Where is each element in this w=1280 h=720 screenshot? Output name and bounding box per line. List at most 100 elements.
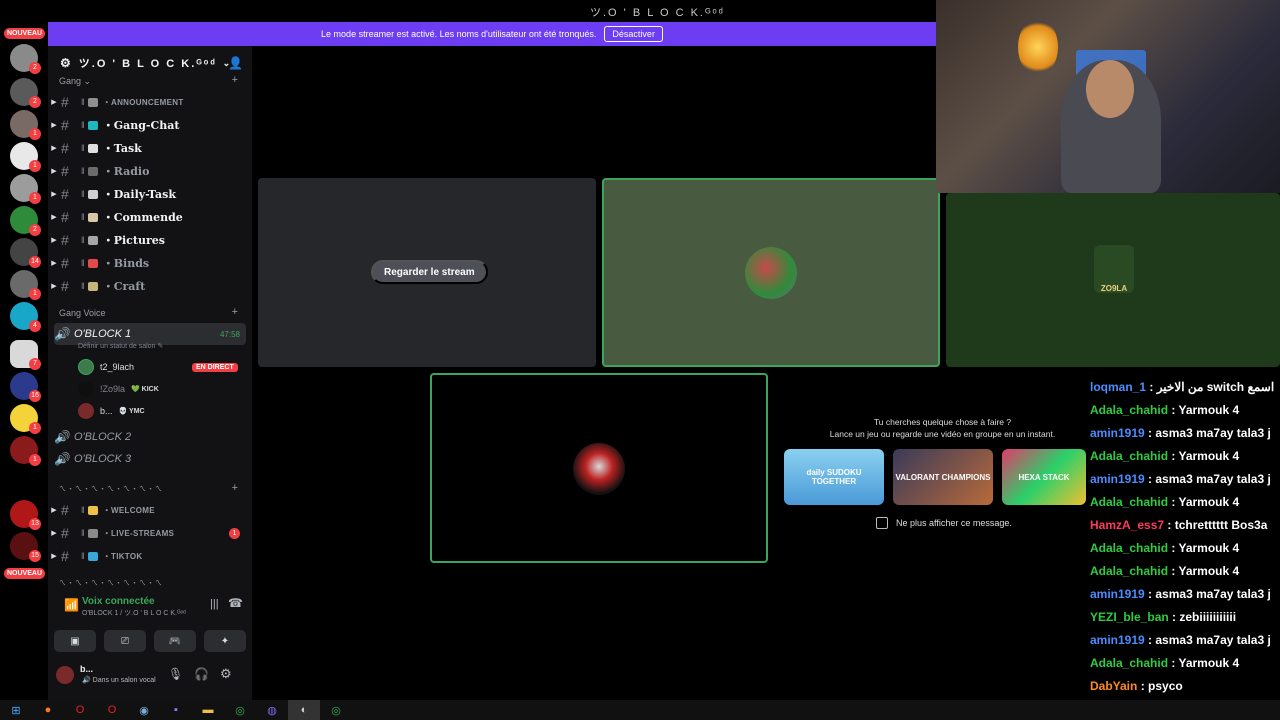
- server-icon[interactable]: 15: [10, 532, 41, 562]
- channel-item[interactable]: ▶ # ‖ ・Craft: [48, 276, 252, 296]
- notification-badge: 16: [29, 390, 41, 402]
- notification-badge: 4: [29, 320, 41, 332]
- disconnect-icon[interactable]: ☎: [228, 596, 243, 610]
- chat-message: Adala_chahid : Yarmouk 4: [1090, 491, 1239, 514]
- stream-tile[interactable]: Regarder le stream: [258, 178, 596, 367]
- voice-user[interactable]: t2_9lach EN DIRECT: [78, 357, 238, 377]
- dont-show-checkbox[interactable]: [876, 517, 888, 529]
- voice-channel-oblock-3[interactable]: 🔊 O'BLOCK 3: [54, 449, 246, 469]
- channel-emoji-icon: [87, 189, 98, 199]
- channel-item[interactable]: ▶ # ‖ ・TIKTOK: [48, 546, 252, 566]
- server-icon[interactable]: 2: [10, 206, 41, 236]
- hashtag-icon: #: [61, 278, 69, 294]
- channel-item[interactable]: ▶ # ‖ ・Gang-Chat: [48, 115, 252, 135]
- window-title: ツ.O ' B L O C K.ᴳᵒᵈ: [590, 7, 725, 19]
- rule-icon: ‖: [81, 189, 85, 199]
- new-badge: NOUVEAU: [4, 28, 46, 39]
- screen-share-button[interactable]: ⎚: [104, 630, 146, 652]
- voice-connected-status[interactable]: Voix connectée: [82, 596, 155, 607]
- firefox-icon[interactable]: ●: [32, 700, 64, 720]
- voice-channel-oblock-2[interactable]: 🔊 O'BLOCK 2: [54, 427, 246, 447]
- dont-show-again[interactable]: Ne plus afficher ce message.: [876, 517, 1012, 529]
- channel-item[interactable]: ▶ # ‖ ・Binds: [48, 253, 252, 273]
- channel-item[interactable]: ▶ # ‖ ・WELCOME: [48, 500, 252, 520]
- disable-streamer-mode-button[interactable]: Désactiver: [604, 26, 663, 42]
- chat-message: Adala_chahid : Yarmouk 4: [1090, 537, 1239, 560]
- channel-item[interactable]: ▶ # ‖ ・Pictures: [48, 230, 252, 250]
- category-gang[interactable]: Gang ⌄: [59, 76, 91, 87]
- channel-item[interactable]: ▶ # ‖ ・Daily-Task: [48, 184, 252, 204]
- add-channel-icon[interactable]: +: [232, 306, 238, 318]
- settings-gear-icon[interactable]: ⚙: [220, 666, 232, 682]
- add-channel-icon[interactable]: +: [232, 482, 238, 494]
- chat-username: amin1919: [1090, 426, 1145, 440]
- invite-icon[interactable]: 👤: [228, 56, 243, 70]
- hashtag-icon: #: [61, 209, 69, 225]
- microphone-icon[interactable]: 🎙: [168, 667, 183, 681]
- notification-badge: 2: [29, 96, 41, 108]
- participant-tile-speaking[interactable]: [602, 178, 940, 367]
- add-channel-icon[interactable]: +: [232, 74, 238, 86]
- camera-off-icon: ▣: [70, 635, 80, 647]
- opera-icon[interactable]: O: [64, 700, 96, 720]
- voice-user[interactable]: !Zo9la 💚 KICK: [78, 379, 159, 399]
- streamer-face: [1086, 60, 1134, 118]
- user-avatar[interactable]: [56, 666, 74, 684]
- activity-card-sudoku[interactable]: daily SUDOKU TOGETHER: [784, 449, 884, 505]
- premiere-icon[interactable]: ▪: [160, 700, 192, 720]
- camera-button[interactable]: ▣: [54, 630, 96, 652]
- watch-stream-button[interactable]: Regarder le stream: [371, 260, 488, 284]
- voice-user[interactable]: b... 💀 YMC: [78, 401, 145, 421]
- channel-item[interactable]: ▶ # ‖ ・Commende: [48, 207, 252, 227]
- channel-status-hint[interactable]: Définir un statut de salon ✎: [78, 342, 163, 350]
- server-icon[interactable]: 16: [10, 372, 41, 402]
- steam-icon[interactable]: ◉: [128, 700, 160, 720]
- avatar: [78, 381, 94, 397]
- channel-item[interactable]: ▶ # ‖ ・LIVE-STREAMS 1: [48, 523, 252, 543]
- category-divider[interactable]: ㄟ・ㄟ・ㄟ・ㄟ・ㄟ・ㄟ・ㄟ: [59, 484, 163, 494]
- server-icon[interactable]: 1: [10, 142, 41, 172]
- chrome-icon[interactable]: ◎: [320, 700, 352, 720]
- channel-emoji-icon: [87, 120, 98, 130]
- discord-icon[interactable]: ◍: [256, 700, 288, 720]
- voice-connected-channel[interactable]: O'BLOCK 1 / ツ.O ' B L O C K.ᴳᵒᵈ: [82, 608, 186, 618]
- channel-item[interactable]: ▶ # ‖ ・Task: [48, 138, 252, 158]
- headphones-icon[interactable]: 🎧: [194, 667, 209, 681]
- participant-tile[interactable]: ZO9LA: [946, 193, 1280, 367]
- chat-username: YEZI_ble_ban: [1090, 610, 1169, 624]
- speaker-icon: 🔊: [54, 327, 69, 341]
- file-explorer-icon[interactable]: ▬: [192, 700, 224, 720]
- category-gang-voice[interactable]: Gang Voice: [59, 308, 106, 318]
- channel-item[interactable]: ▶ # ‖ ・Radio: [48, 161, 252, 181]
- server-icon[interactable]: 1: [10, 436, 41, 466]
- server-icon[interactable]: 7: [10, 340, 41, 370]
- obs-icon[interactable]: ◐: [288, 700, 320, 720]
- server-icon[interactable]: 1: [10, 110, 41, 140]
- server-icon[interactable]: 4: [10, 302, 41, 332]
- channel-item[interactable]: ▶ # ‖ ・ANNOUNCEMENT: [48, 92, 252, 112]
- channel-label: ・WELCOME: [102, 505, 155, 515]
- chat-username: loqman_1: [1090, 380, 1147, 394]
- server-icon[interactable]: 13: [10, 500, 41, 530]
- noise-suppression-icon[interactable]: |||: [210, 598, 219, 610]
- server-header[interactable]: ⚙ ツ.O ' B L O C K.ᴳᵒᵈ ⌄: [48, 50, 252, 76]
- server-icon[interactable]: 2: [10, 78, 41, 108]
- server-icon[interactable]: 1: [10, 404, 41, 434]
- streamer-mode-banner: Le mode streamer est activé. Les noms d'…: [48, 22, 936, 46]
- soundboard-button[interactable]: ✦: [204, 630, 246, 652]
- server-icon[interactable]: 1: [10, 174, 41, 204]
- activity-card-valorant[interactable]: VALORANT CHAMPIONS: [893, 449, 993, 505]
- participant-tile-speaking[interactable]: [430, 373, 768, 563]
- server-icon[interactable]: 2: [10, 44, 41, 74]
- opera-gx-icon[interactable]: O: [96, 700, 128, 720]
- chrome-icon[interactable]: ◎: [224, 700, 256, 720]
- collapse-arrow-icon: ▶: [51, 553, 57, 560]
- windows-start-icon[interactable]: ⊞: [0, 700, 32, 720]
- server-icon[interactable]: 14: [10, 238, 41, 268]
- activities-button[interactable]: 🎮: [154, 630, 196, 652]
- activity-card-hexa-stack[interactable]: HEXA STACK: [1002, 449, 1086, 505]
- category-divider[interactable]: ㄟ・ㄟ・ㄟ・ㄟ・ㄟ・ㄟ・ㄟ: [59, 578, 163, 588]
- avatar: [78, 403, 94, 419]
- channel-label: ・Radio: [102, 165, 150, 178]
- server-icon[interactable]: 1: [10, 270, 41, 300]
